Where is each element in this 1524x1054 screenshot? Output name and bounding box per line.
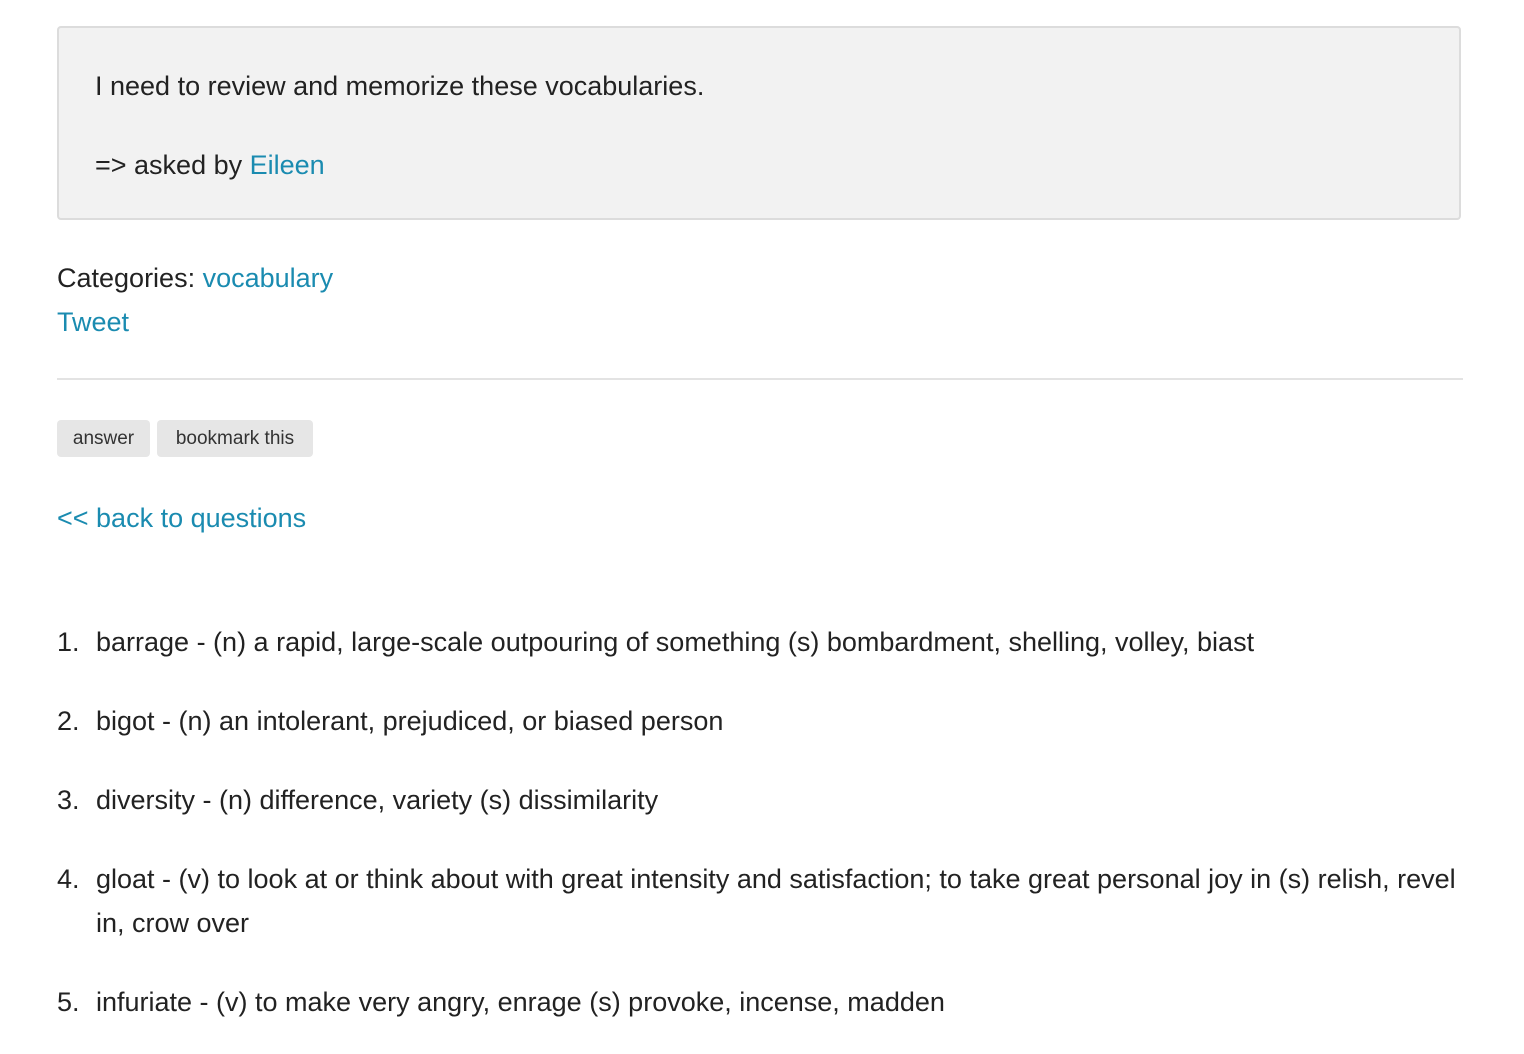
list-item-text: barrage - (n) a rapid, large-scale outpo… — [96, 627, 1255, 657]
back-to-questions-row: << back to questions — [57, 500, 306, 536]
categories: Categories: vocabulary — [57, 260, 333, 296]
divider — [57, 378, 1463, 380]
list-item-number: 1. — [57, 627, 80, 657]
list-item: 2. bigot - (n) an intolerant, prejudiced… — [57, 699, 1467, 743]
list-item-number: 3. — [57, 785, 80, 815]
list-item: 1. barrage - (n) a rapid, large-scale ou… — [57, 620, 1467, 664]
vocabulary-list: 1. barrage - (n) a rapid, large-scale ou… — [57, 620, 1467, 1054]
list-item: 3. diversity - (n) difference, variety (… — [57, 778, 1467, 822]
list-item: 4. gloat - (v) to look at or think about… — [57, 857, 1467, 945]
answer-button[interactable]: answer — [57, 420, 150, 457]
back-to-questions-link[interactable]: << back to questions — [57, 503, 306, 533]
tweet-row: Tweet — [57, 304, 129, 340]
list-item-text: infuriate - (v) to make very angry, enra… — [96, 987, 945, 1017]
list-item-number: 4. — [57, 864, 80, 894]
tweet-link[interactable]: Tweet — [57, 307, 129, 337]
question-page: I need to review and memorize these voca… — [0, 0, 1524, 1054]
category-link-vocabulary[interactable]: vocabulary — [203, 263, 334, 293]
asker-link[interactable]: Eileen — [250, 150, 325, 180]
list-item-number: 2. — [57, 706, 80, 736]
list-item-text: diversity - (n) difference, variety (s) … — [96, 785, 659, 815]
categories-label: Categories: — [57, 263, 203, 293]
asked-by-line: => asked by Eileen — [95, 147, 325, 183]
question-box: I need to review and memorize these voca… — [57, 26, 1461, 220]
asked-by-prefix: => asked by — [95, 150, 250, 180]
bookmark-button[interactable]: bookmark this — [157, 420, 313, 457]
list-item: 5. infuriate - (v) to make very angry, e… — [57, 980, 1467, 1024]
list-item-text: bigot - (n) an intolerant, prejudiced, o… — [96, 706, 724, 736]
list-item-number: 5. — [57, 987, 80, 1017]
question-text: I need to review and memorize these voca… — [95, 71, 705, 101]
list-item-text: gloat - (v) to look at or think about wi… — [96, 864, 1456, 938]
